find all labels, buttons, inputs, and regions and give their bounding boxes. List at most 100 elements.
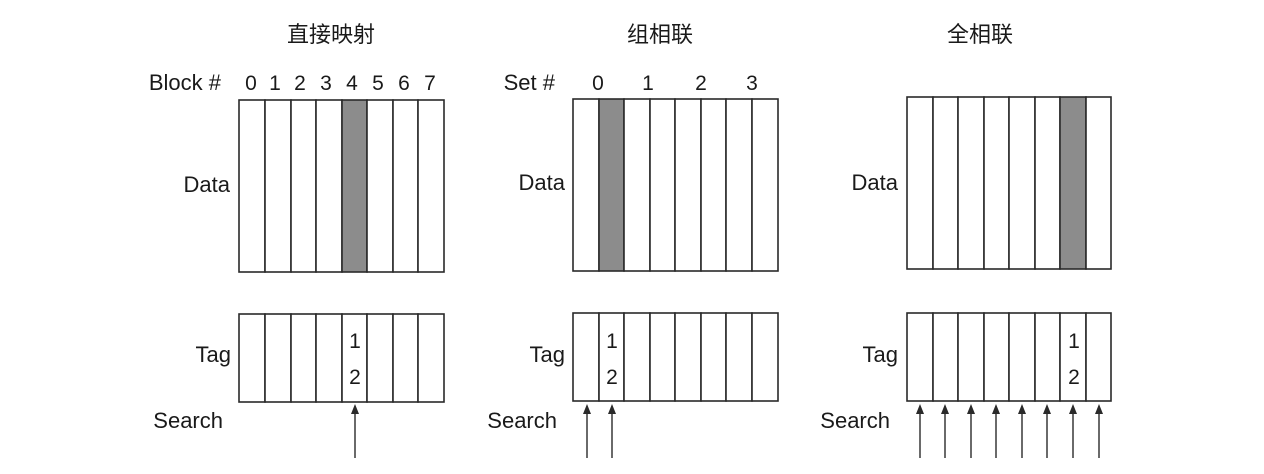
tag-cell xyxy=(290,313,317,403)
data-block xyxy=(700,98,727,272)
data-block xyxy=(392,99,419,273)
set-index: 3 xyxy=(746,72,758,95)
set-tag-array: 1 2 xyxy=(572,312,779,402)
data-label: Data xyxy=(519,170,566,195)
data-block xyxy=(725,98,753,272)
search-label: Search xyxy=(487,408,557,433)
search-arrowhead xyxy=(608,404,616,414)
block-index: 6 xyxy=(398,72,410,95)
data-block xyxy=(1085,96,1112,270)
data-block xyxy=(623,98,651,272)
highlighted-data-block xyxy=(598,98,625,272)
search-arrowhead xyxy=(583,404,591,414)
block-index: 7 xyxy=(424,72,436,95)
search-arrowhead xyxy=(1095,404,1103,414)
search-arrowhead xyxy=(941,404,949,414)
search-arrows xyxy=(351,404,359,458)
data-block xyxy=(366,99,394,273)
tag-cell xyxy=(623,312,651,402)
data-block xyxy=(906,96,934,270)
set-index: 1 xyxy=(642,72,654,95)
data-block xyxy=(751,98,779,272)
block-index: 0 xyxy=(245,72,257,95)
data-block xyxy=(264,99,292,273)
set-associative-title: 组相联 xyxy=(627,23,693,48)
block-number-label: Block # xyxy=(149,70,222,95)
data-block xyxy=(315,99,343,273)
block-index-labels: 0 1 2 3 4 5 6 7 xyxy=(245,72,436,95)
direct-tag-array: 1 2 xyxy=(238,313,445,403)
tag-cell xyxy=(1034,312,1061,402)
search-arrowhead xyxy=(992,404,1000,414)
data-block xyxy=(1008,96,1036,270)
search-label: Search xyxy=(820,408,890,433)
tag-cell xyxy=(674,312,702,402)
tag-cell xyxy=(957,312,985,402)
tag-cell xyxy=(983,312,1010,402)
tag-cell xyxy=(649,312,676,402)
data-block xyxy=(932,96,959,270)
data-label: Data xyxy=(184,172,231,197)
tag-cell xyxy=(932,312,959,402)
tag-cell xyxy=(1085,312,1112,402)
data-block xyxy=(674,98,702,272)
search-arrowhead xyxy=(967,404,975,414)
tag-value: 2 xyxy=(606,366,618,389)
highlighted-data-block xyxy=(341,99,368,273)
tag-cell xyxy=(238,313,266,403)
tag-cell xyxy=(264,313,292,403)
tag-cell xyxy=(725,312,753,402)
direct-mapped-title: 直接映射 xyxy=(287,23,375,48)
full-data-array xyxy=(906,96,1112,270)
set-index: 2 xyxy=(695,72,707,95)
block-index: 1 xyxy=(269,72,281,95)
tag-cell xyxy=(315,313,343,403)
search-arrowhead xyxy=(916,404,924,414)
direct-data-array xyxy=(238,99,445,273)
tag-cell xyxy=(906,312,934,402)
data-block xyxy=(983,96,1010,270)
data-block xyxy=(957,96,985,270)
cache-mapping-diagram: 直接映射 组相联 全相联 Block # 0 1 2 3 4 5 6 7 Dat… xyxy=(149,23,1112,458)
tag-cell xyxy=(417,313,445,403)
search-arrows xyxy=(583,404,616,458)
data-block xyxy=(1034,96,1061,270)
tag-label: Tag xyxy=(196,342,231,367)
search-label: Search xyxy=(153,408,223,433)
set-associative-panel: Set # 0 1 2 3 Data Tag 1 2 Search xyxy=(487,70,779,458)
tag-label: Tag xyxy=(863,342,898,367)
tag-label: Tag xyxy=(530,342,565,367)
tag-value: 1 xyxy=(1068,330,1080,353)
tag-value: 1 xyxy=(606,330,618,353)
tag-cell xyxy=(1008,312,1036,402)
tag-cell xyxy=(392,313,419,403)
tag-cell xyxy=(751,312,779,402)
highlighted-data-block xyxy=(1059,96,1087,270)
direct-mapped-panel: Block # 0 1 2 3 4 5 6 7 Data Tag 1 2 Sea… xyxy=(149,70,445,458)
set-index: 0 xyxy=(592,72,604,95)
tag-cell xyxy=(700,312,727,402)
fully-associative-title: 全相联 xyxy=(947,23,1013,48)
search-arrowhead xyxy=(1043,404,1051,414)
tag-value: 2 xyxy=(349,366,361,389)
tag-value: 1 xyxy=(349,330,361,353)
set-data-array xyxy=(572,98,779,272)
block-index: 4 xyxy=(346,72,358,95)
block-index: 5 xyxy=(372,72,384,95)
data-block xyxy=(417,99,445,273)
data-block xyxy=(238,99,266,273)
search-arrowhead xyxy=(1018,404,1026,414)
tag-cell xyxy=(366,313,394,403)
tag-value: 2 xyxy=(1068,366,1080,389)
set-number-label: Set # xyxy=(504,70,556,95)
block-index: 2 xyxy=(294,72,306,95)
fully-associative-panel: Data Tag 1 2 Search xyxy=(820,96,1112,458)
search-arrowhead xyxy=(351,404,359,414)
set-index-labels: 0 1 2 3 xyxy=(592,72,758,95)
data-block xyxy=(290,99,317,273)
tag-cell xyxy=(572,312,600,402)
full-tag-array: 1 2 xyxy=(906,312,1112,402)
data-block xyxy=(649,98,676,272)
search-arrows xyxy=(916,404,1103,458)
search-arrowhead xyxy=(1069,404,1077,414)
